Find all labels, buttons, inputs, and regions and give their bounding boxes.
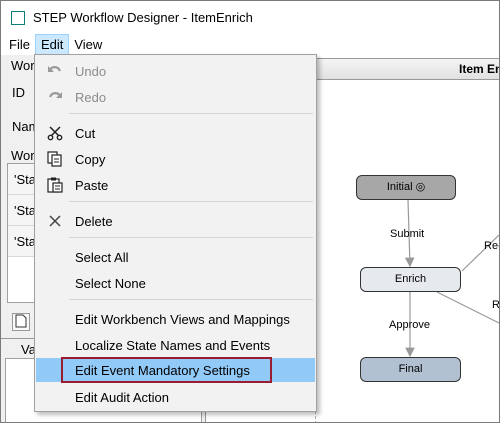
menu-item-undo[interactable]: Undo [36,59,315,83]
menu-item-edit-event-mandatory[interactable]: Edit Event Mandatory Settings [36,358,315,382]
node-initial[interactable]: Initial ◎ [356,175,456,200]
paste-icon [47,177,63,193]
workflow-list-label: Wor [11,148,35,163]
title-bar: STEP Workflow Designer - ItemEnrich [1,1,499,33]
menu-item-localize[interactable]: Localize State Names and Events [36,333,315,357]
edit-workbench-label: Edit Workbench Views and Mappings [75,312,290,327]
edge-label-submit[interactable]: Submit [390,228,424,240]
cut-label: Cut [75,126,96,141]
menu-item-edit-workbench[interactable]: Edit Workbench Views and Mappings [36,307,315,331]
redo-icon [48,92,62,98]
edge-label-re[interactable]: Re- [484,240,499,252]
workflow-group-label: Wor [11,58,35,73]
edit-menu-dropdown: Undo Redo Cut Copy Paste Delete Select A… [34,54,317,412]
paste-label: Paste [75,178,109,193]
menu-item-select-none[interactable]: Select None [36,271,315,295]
menu-item-paste[interactable]: Paste [36,173,315,197]
menu-view[interactable]: View [69,34,107,55]
select-all-label: Select All [75,250,129,265]
menu-separator [69,113,313,114]
edge-label-approve[interactable]: Approve [389,319,430,331]
document-icon [15,314,27,328]
id-label: ID [12,85,25,100]
node-enrich[interactable]: Enrich [360,267,461,292]
add-document-button[interactable] [12,313,30,331]
undo-label: Undo [75,64,107,79]
node-final[interactable]: Final [360,357,461,382]
menu-separator [69,201,313,202]
menu-item-select-all[interactable]: Select All [36,245,315,269]
menu-file[interactable]: File [1,34,35,55]
window-title: STEP Workflow Designer - ItemEnrich [33,10,253,25]
menu-bar: File Edit View [1,34,499,55]
menu-edit[interactable]: Edit [34,34,70,55]
menu-separator [69,299,313,300]
copy-label: Copy [75,152,106,167]
menu-item-copy[interactable]: Copy [36,147,315,171]
undo-icon [48,66,62,72]
select-none-label: Select None [75,276,146,291]
menu-item-cut[interactable]: Cut [36,121,315,145]
scissors-icon [47,126,63,141]
localize-label: Localize State Names and Events [75,338,271,353]
delete-x-icon [49,215,61,227]
app-icon [11,11,25,25]
menu-item-edit-audit[interactable]: Edit Audit Action [36,385,315,409]
menu-item-delete[interactable]: Delete [36,209,315,233]
menu-separator [69,237,313,238]
copy-icon [47,151,62,167]
edge-r [436,291,499,324]
delete-label: Delete [75,214,113,229]
edit-event-mandatory-label: Edit Event Mandatory Settings [75,363,250,378]
edit-audit-label: Edit Audit Action [75,390,169,405]
redo-label: Redo [75,90,107,105]
app-window: STEP Workflow Designer - ItemEnrich File… [0,0,500,423]
menu-item-redo[interactable]: Redo [36,85,315,109]
edge-label-r[interactable]: R [492,299,499,311]
